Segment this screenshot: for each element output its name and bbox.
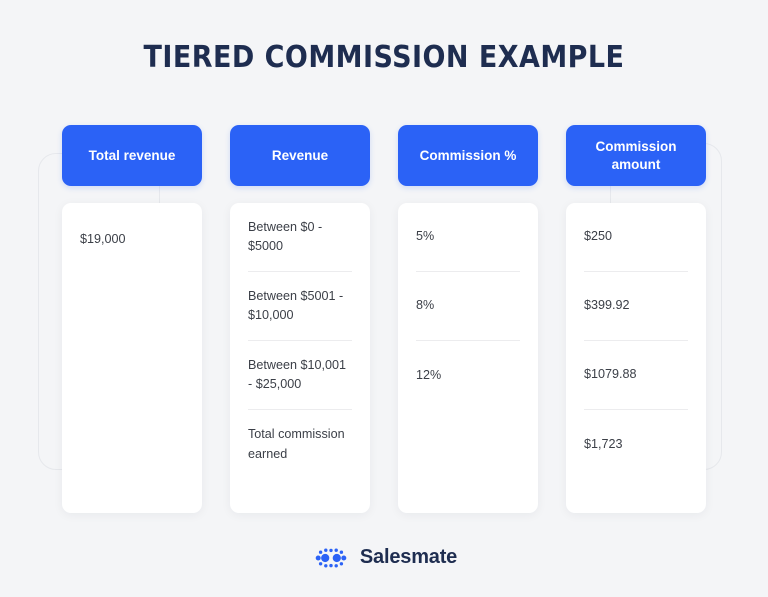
column-card-commission-percent: 5% 8% 12% — [398, 203, 538, 513]
cell-value: Total commission earned — [248, 427, 345, 461]
column-header-total-revenue: Total revenue — [62, 125, 202, 186]
salesmate-rings-icon — [311, 547, 351, 569]
table-cell: $250 — [584, 203, 688, 272]
column-card-commission-amount: $250 $399.92 $1079.88 $1,723 — [566, 203, 706, 513]
column-card-total-revenue: $19,000 — [62, 203, 202, 513]
table-column-commission-amount: Commission amount $250 $399.92 $1079.88 … — [566, 125, 706, 513]
table-cell: Between $0 - $5000 — [248, 203, 352, 272]
cell-value: 12% — [416, 367, 442, 382]
table-cell: $19,000 — [80, 203, 184, 276]
commission-table: Total revenue $19,000 Revenue Between $0… — [0, 0, 768, 597]
table-column-commission-percent: Commission % 5% 8% 12% — [398, 125, 538, 513]
table-cell: Between $10,001 - $25,000 — [248, 341, 352, 410]
table-column-revenue: Revenue Between $0 - $5000 Between $5001… — [230, 125, 370, 513]
cell-value: Between $10,001 - $25,000 — [248, 357, 347, 391]
cell-value: Between $0 - $5000 — [248, 219, 323, 253]
table-cell: 8% — [416, 272, 520, 341]
cell-value: $1,723 — [584, 436, 623, 451]
table-column-total-revenue: Total revenue $19,000 — [62, 125, 202, 513]
brand-footer: Salesmate — [0, 546, 768, 569]
column-header-commission-amount: Commission amount — [566, 125, 706, 186]
cell-value: $19,000 — [80, 231, 126, 246]
column-card-revenue: Between $0 - $5000 Between $5001 - $10,0… — [230, 203, 370, 513]
cell-value: $250 — [584, 229, 613, 244]
cell-value: 5% — [416, 229, 435, 244]
table-cell: $1,723 — [584, 410, 688, 479]
column-header-revenue: Revenue — [230, 125, 370, 186]
table-cell: Between $5001 - $10,000 — [248, 272, 352, 341]
table-cell: $1079.88 — [584, 341, 688, 410]
table-cell: 12% — [416, 341, 520, 410]
cell-value: 8% — [416, 298, 435, 313]
column-header-commission-percent: Commission % — [398, 125, 538, 186]
brand-name: Salesmate — [359, 546, 458, 568]
infographic-canvas: TIERED COMMISSION EXAMPLE Total revenue … — [0, 0, 768, 597]
cell-value: $399.92 — [584, 298, 630, 313]
cell-value: $1079.88 — [584, 367, 637, 382]
table-cell: 5% — [416, 203, 520, 272]
cell-value: Between $5001 - $10,000 — [248, 288, 344, 322]
table-cell: $399.92 — [584, 272, 688, 341]
table-cell: Total commission earned — [248, 410, 352, 479]
